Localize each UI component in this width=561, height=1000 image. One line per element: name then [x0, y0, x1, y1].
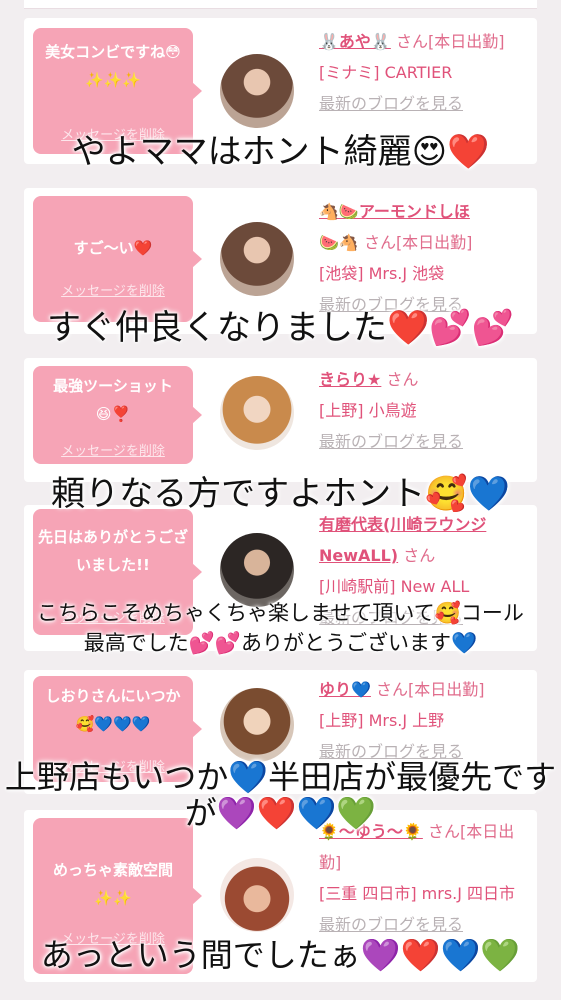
caption-overlay: 頼りなる方ですよホント🥰💙	[51, 474, 510, 514]
user-name-link[interactable]: 🐴🍉アーモンドしほ	[319, 202, 470, 221]
user-name-suffix: 🍉🐴	[319, 233, 359, 252]
caption-overlay: すぐ仲良くなりました❤️💕💕	[46, 308, 514, 348]
shop-name: [三重 四日市] mrs.J 四日市	[319, 884, 516, 903]
shop-name: [上野] 小鳥遊	[319, 401, 417, 420]
shop-name: [ミナミ] CARTIER	[319, 63, 453, 82]
user-info: きらり★ さん [上野] 小鳥遊 最新のブログを見る	[319, 364, 531, 457]
user-info: 🌻〜ゆう〜🌻 さん[本日出勤] [三重 四日市] mrs.J 四日市 最新のブロ…	[319, 816, 531, 940]
avatar[interactable]	[220, 533, 294, 607]
top-card-edge	[24, 0, 537, 9]
caption-overlay: あっという間でしたぁ💜❤️💙💚	[40, 936, 521, 974]
caption-overlay: 最高でした💕💕ありがとうございます💙	[83, 631, 478, 655]
user-status: さん[本日出勤]	[395, 32, 505, 51]
user-status: さん[本日出勤]	[363, 233, 473, 252]
avatar[interactable]	[220, 222, 294, 296]
delete-message-link[interactable]: メッセージを削除	[33, 280, 193, 299]
user-status: さん[本日出勤]	[376, 680, 485, 699]
avatar[interactable]	[220, 858, 294, 932]
user-name-link[interactable]: きらり★	[319, 370, 381, 389]
avatar[interactable]	[220, 376, 294, 450]
blog-link[interactable]: 最新のブログを見る	[319, 432, 463, 451]
avatar[interactable]	[220, 54, 294, 128]
caption-overlay: やよママはホント綺麗😍❤️	[71, 132, 490, 172]
shop-name: [上野] Mrs.J 上野	[319, 711, 445, 730]
user-name-link[interactable]: ゆり💙	[319, 680, 371, 699]
message-text: しおりさんにいつか🥰💙💙💙	[45, 687, 181, 733]
message-text: 先日はありがとうございました!!	[37, 528, 188, 574]
shop-name: [川崎駅前] New ALL	[319, 577, 470, 596]
caption-overlay: こちらこそめちゃくちゃ楽しませて頂いて🥰コール	[37, 601, 524, 625]
message-text: 美女コンビですね😳✨✨✨	[45, 43, 181, 89]
message-text: すご〜い❤️	[73, 239, 153, 257]
user-status: さん	[386, 370, 419, 389]
message-card: 最強ツーショット😆❣️ メッセージを削除 きらり★ さん [上野] 小鳥遊 最新…	[24, 358, 537, 482]
message-text: めっちゃ素敵空間✨✨	[52, 861, 173, 907]
user-name-link[interactable]: 🐰あや🐰	[319, 32, 391, 51]
user-status: さん	[403, 546, 436, 565]
caption-overlay: が💜❤️💙💚	[184, 794, 377, 832]
blog-link[interactable]: 最新のブログを見る	[319, 94, 463, 113]
user-info: 🐰あや🐰 さん[本日出勤] [ミナミ] CARTIER 最新のブログを見る	[319, 26, 531, 119]
shop-name: [池袋] Mrs.J 池袋	[319, 264, 445, 283]
message-bubble: 最強ツーショット😆❣️ メッセージを削除	[33, 366, 202, 464]
message-text: 最強ツーショット😆❣️	[53, 377, 173, 423]
avatar[interactable]	[220, 688, 294, 762]
delete-message-link[interactable]: メッセージを削除	[33, 440, 193, 459]
